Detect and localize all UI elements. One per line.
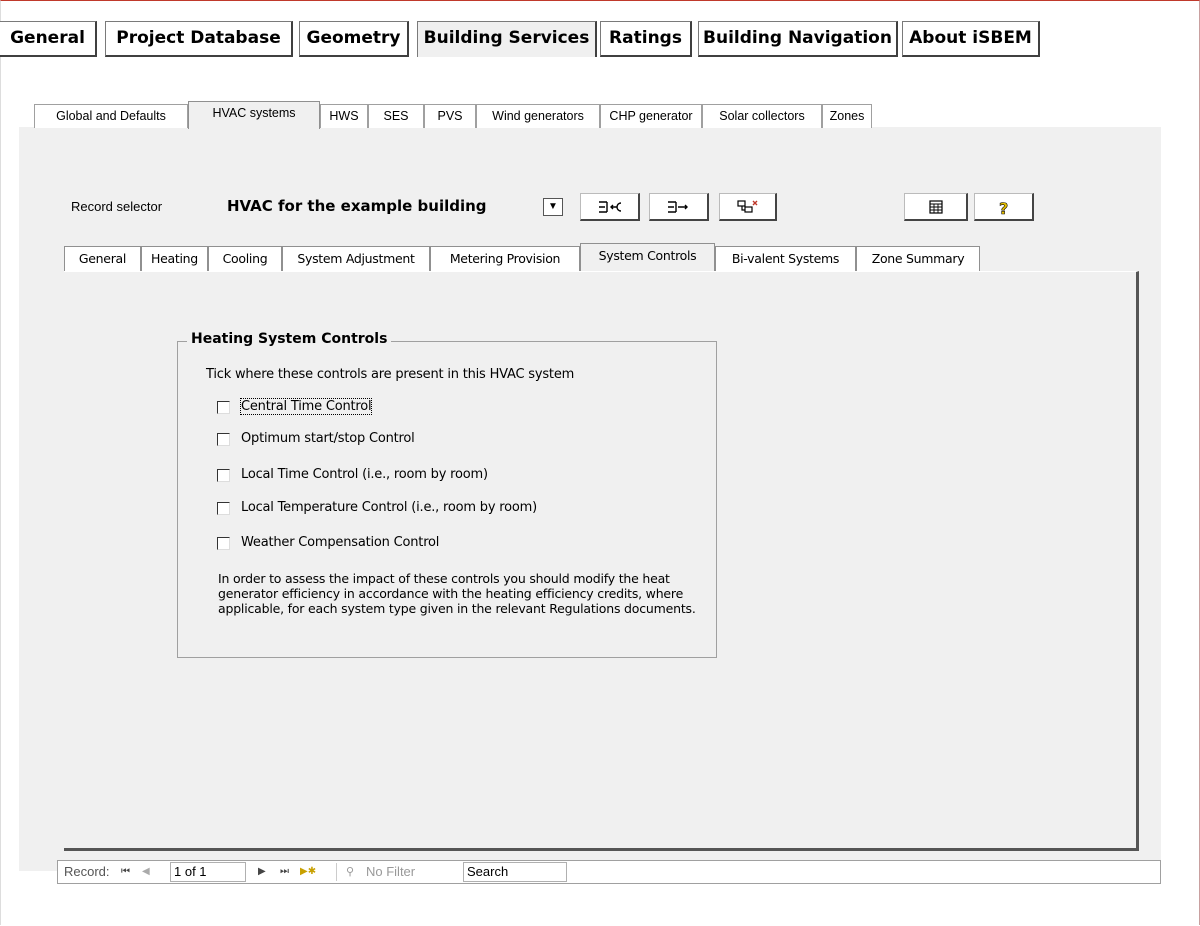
- guidance-note: In order to assess the impact of these c…: [218, 571, 696, 616]
- tab-metering-provision[interactable]: Metering Provision: [430, 246, 580, 271]
- current-record-field[interactable]: 1 of 1: [170, 862, 246, 882]
- record-navigation-bar: Record: ⏮ ◀ 1 of 1 ▶ ⏭ ▶✱ ⚲ No Filter Se…: [57, 860, 1161, 884]
- tab-system-controls[interactable]: System Controls: [580, 243, 715, 272]
- main-tab-about-isbem[interactable]: About iSBEM: [902, 21, 1040, 57]
- tab-general[interactable]: General: [64, 246, 141, 271]
- main-tab-project-database[interactable]: Project Database: [105, 21, 293, 57]
- calculator-button[interactable]: [904, 193, 968, 221]
- tab-system-adjustment[interactable]: System Adjustment: [282, 246, 430, 271]
- checkbox-label: Local Temperature Control (i.e., room by…: [241, 500, 537, 515]
- first-record-icon[interactable]: ⏮: [121, 861, 130, 883]
- tab-solar-collectors[interactable]: Solar collectors: [702, 104, 822, 128]
- previous-record-icon[interactable]: ◀: [142, 861, 150, 883]
- search-input[interactable]: Search: [463, 862, 567, 882]
- copy-record-button[interactable]: [649, 193, 709, 221]
- delete-record-button[interactable]: [719, 193, 777, 221]
- help-button[interactable]: ?: [974, 193, 1034, 221]
- checkbox[interactable]: [217, 469, 230, 482]
- checkbox[interactable]: [217, 433, 230, 446]
- tab-ses[interactable]: SES: [368, 104, 424, 128]
- tab-hvac-systems[interactable]: HVAC systems: [188, 101, 320, 129]
- record-selector-value[interactable]: HVAC for the example building: [227, 197, 487, 215]
- checkbox[interactable]: [217, 537, 230, 550]
- checkbox-label: Optimum start/stop Control: [241, 431, 415, 446]
- add-record-icon: [598, 201, 621, 213]
- tab-chp-generator[interactable]: CHP generator: [600, 104, 702, 128]
- new-record-icon[interactable]: ▶✱: [300, 861, 316, 883]
- checkbox-label: Local Time Control (i.e., room by room): [241, 467, 488, 482]
- main-tab-geometry[interactable]: Geometry: [299, 21, 409, 57]
- main-tab-building-navigation[interactable]: Building Navigation: [698, 21, 898, 57]
- main-tab-general[interactable]: General: [0, 21, 97, 57]
- main-tab-building-services[interactable]: Building Services: [417, 21, 597, 57]
- record-selector-label: Record selector: [71, 199, 163, 214]
- divider: [336, 863, 337, 881]
- help-icon: ?: [998, 199, 1008, 219]
- tab-pvs[interactable]: PVS: [424, 104, 476, 128]
- record-selector-dropdown[interactable]: ▼: [543, 198, 563, 216]
- add-record-button[interactable]: [580, 193, 640, 221]
- tab-heating[interactable]: Heating: [141, 246, 208, 271]
- intro-text: Tick where these controls are present in…: [206, 367, 575, 382]
- tab-bi-valent-systems[interactable]: Bi-valent Systems: [715, 246, 856, 271]
- tab-zone-summary[interactable]: Zone Summary: [856, 246, 980, 271]
- application-window: General Project Database Geometry Buildi…: [0, 0, 1200, 925]
- tab-global-and-defaults[interactable]: Global and Defaults: [34, 104, 188, 128]
- group-title: Heating System Controls: [187, 331, 392, 347]
- tab-cooling[interactable]: Cooling: [208, 246, 282, 271]
- copy-record-icon: [667, 201, 688, 213]
- tab-hws[interactable]: HWS: [320, 104, 368, 128]
- record-label: Record:: [64, 864, 110, 879]
- main-tab-ratings[interactable]: Ratings: [600, 21, 692, 57]
- calculator-icon: [928, 200, 943, 214]
- tab-zones[interactable]: Zones: [822, 104, 872, 128]
- filter-icon[interactable]: ⚲: [346, 861, 354, 883]
- tab-wind-generators[interactable]: Wind generators: [476, 104, 600, 128]
- delete-record-icon: [736, 200, 757, 213]
- checkbox[interactable]: [217, 401, 230, 414]
- filter-status[interactable]: No Filter: [366, 861, 415, 883]
- next-record-icon[interactable]: ▶: [258, 861, 266, 883]
- checkbox-label: Weather Compensation Control: [241, 535, 440, 550]
- last-record-icon[interactable]: ⏭: [280, 861, 289, 883]
- chevron-down-icon: ▼: [548, 201, 558, 212]
- checkbox-label: Central Time Control: [239, 398, 373, 415]
- svg-text:?: ?: [999, 199, 1008, 217]
- checkbox[interactable]: [217, 502, 230, 515]
